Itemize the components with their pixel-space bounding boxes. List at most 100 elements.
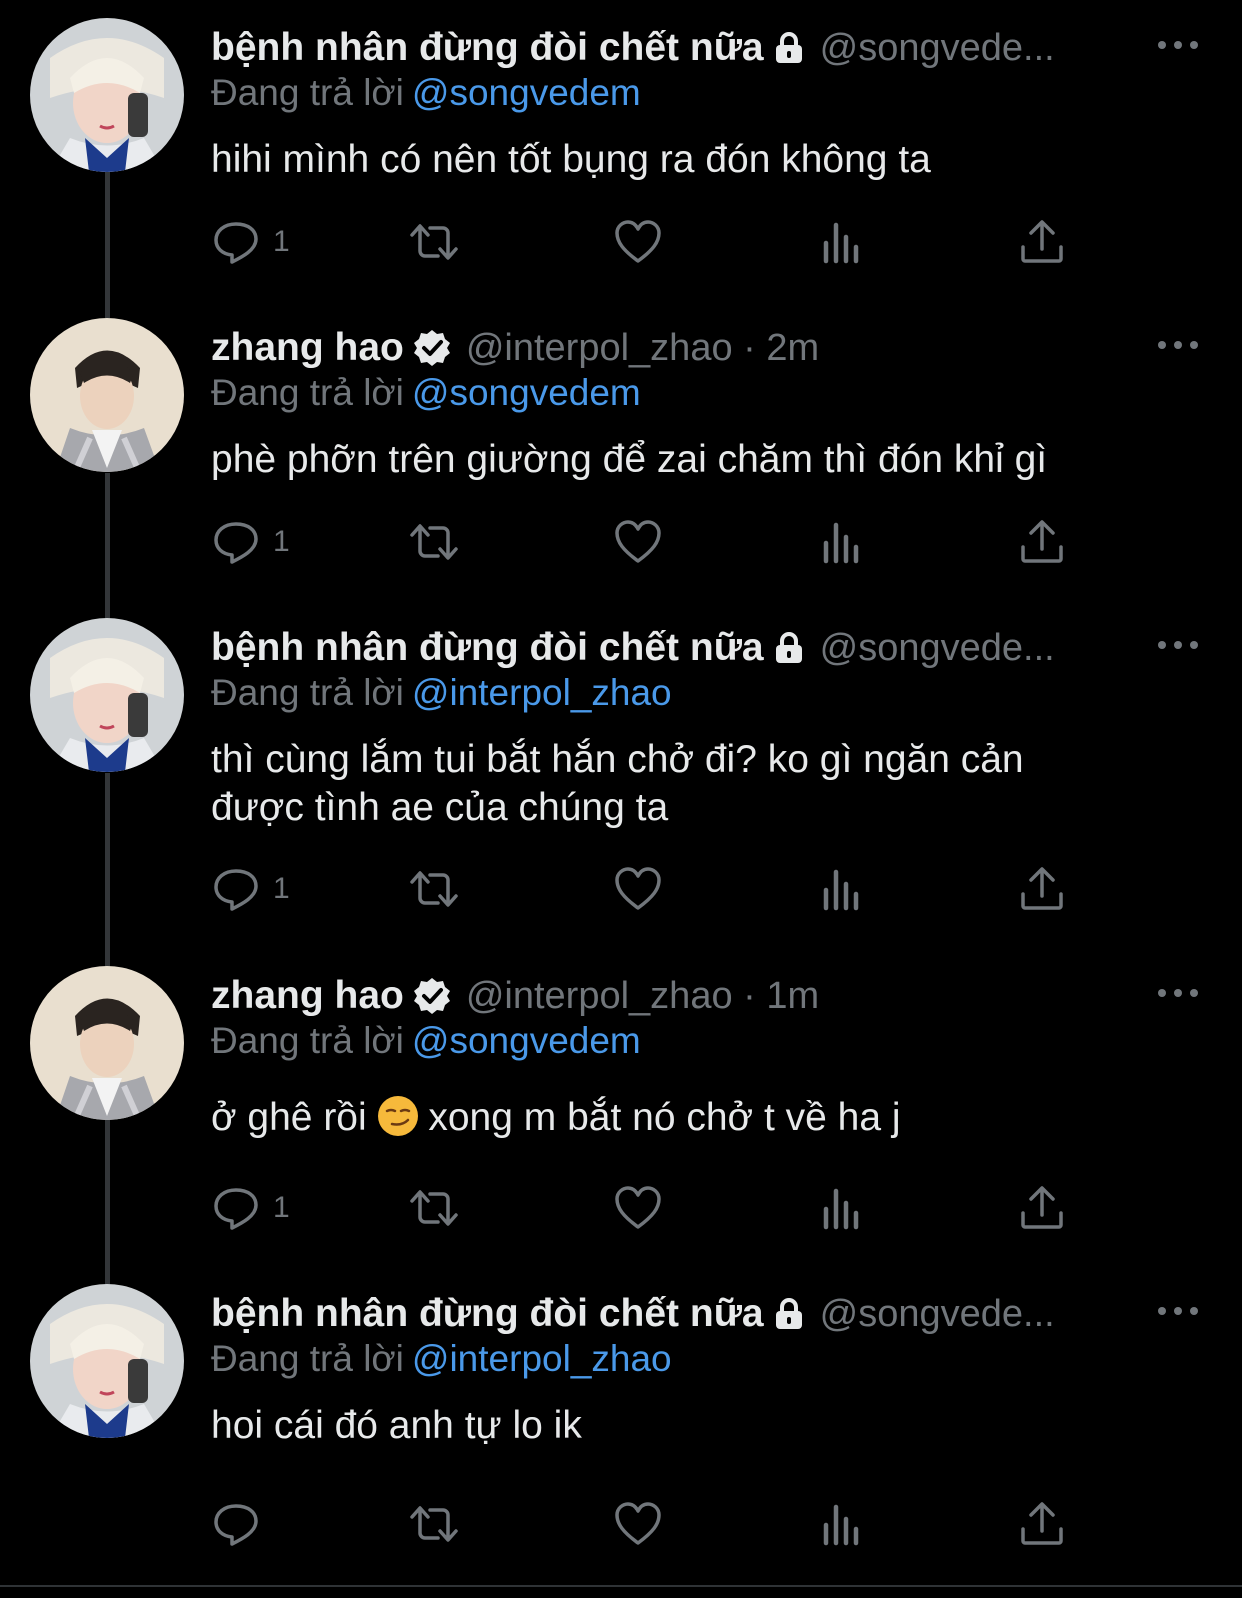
views-icon — [816, 1499, 866, 1549]
like-button[interactable] — [613, 861, 663, 917]
mention-link[interactable]: @songvedem — [412, 72, 641, 113]
display-name[interactable]: bệnh nhân đừng đòi chết nữa — [211, 26, 764, 70]
share-button[interactable] — [1017, 1496, 1067, 1552]
retweet-button[interactable] — [409, 1496, 459, 1552]
share-icon — [1017, 217, 1067, 267]
reply-icon — [211, 1499, 261, 1549]
like-icon — [613, 1499, 663, 1549]
retweet-icon — [409, 1499, 459, 1549]
replying-to: Đang trả lời @songvedem — [211, 372, 641, 414]
tweet-actions: 1 — [211, 1180, 1091, 1236]
mention-link[interactable]: @songvedem — [412, 1020, 641, 1061]
retweet-button[interactable] — [409, 214, 459, 270]
tweet-text: thì cùng lắm tui bắt hắn chở đi? ko gì n… — [211, 736, 1111, 832]
replying-prefix: Đang trả lời — [211, 72, 404, 113]
reply-button[interactable]: 1 — [211, 514, 290, 570]
tweet-text-part: ở ghê rồi — [211, 1096, 367, 1139]
like-button[interactable] — [613, 1496, 663, 1552]
retweet-button[interactable] — [409, 514, 459, 570]
more-icon[interactable] — [1158, 30, 1198, 60]
more-icon[interactable] — [1158, 978, 1198, 1008]
reply-icon — [211, 1183, 261, 1233]
views-button[interactable] — [816, 214, 866, 270]
reply-button[interactable]: 1 — [211, 861, 290, 917]
share-icon — [1017, 1499, 1067, 1549]
retweet-icon — [409, 217, 459, 267]
mention-link[interactable]: @songvedem — [412, 372, 641, 413]
like-icon — [613, 217, 663, 267]
reply-count: 1 — [273, 1191, 290, 1224]
views-button[interactable] — [816, 514, 866, 570]
verified-icon — [412, 976, 452, 1016]
avatar-image — [30, 318, 184, 472]
lock-icon — [772, 31, 806, 65]
replying-prefix: Đang trả lời — [211, 372, 404, 413]
replying-to: Đang trả lời @interpol_zhao — [211, 1338, 672, 1380]
avatar[interactable] — [30, 318, 184, 472]
reply-button[interactable]: 1 — [211, 214, 290, 270]
mention-link[interactable]: @interpol_zhao — [412, 672, 672, 713]
share-button[interactable] — [1017, 1180, 1067, 1236]
user-handle[interactable]: @songvede... — [820, 27, 1055, 70]
reply-button[interactable] — [211, 1496, 273, 1552]
user-handle[interactable]: @interpol_zhao · 2m — [466, 327, 819, 370]
verified-icon — [412, 328, 452, 368]
thread-line — [105, 773, 110, 967]
views-icon — [816, 864, 866, 914]
user-handle[interactable]: @songvede... — [820, 627, 1055, 670]
avatar-image — [30, 966, 184, 1120]
thread-line — [105, 473, 110, 619]
avatar[interactable] — [30, 1284, 184, 1438]
views-button[interactable] — [816, 861, 866, 917]
display-name[interactable]: zhang hao — [211, 326, 404, 370]
tweet-text: phè phỡn trên giường để zai chăm thì đón… — [211, 438, 1048, 481]
replying-prefix: Đang trả lời — [211, 672, 404, 713]
retweet-icon — [409, 517, 459, 567]
tweet-actions: 1 — [211, 861, 1091, 917]
share-button[interactable] — [1017, 861, 1067, 917]
retweet-button[interactable] — [409, 861, 459, 917]
more-icon[interactable] — [1158, 1296, 1198, 1326]
reply-icon — [211, 217, 261, 267]
share-button[interactable] — [1017, 214, 1067, 270]
views-button[interactable] — [816, 1180, 866, 1236]
lock-icon — [772, 1297, 806, 1331]
like-button[interactable] — [613, 214, 663, 270]
display-name[interactable]: zhang hao — [211, 974, 404, 1018]
avatar[interactable] — [30, 966, 184, 1120]
tweet-text-line: thì cùng lắm tui bắt hắn chở đi? ko gì n… — [211, 738, 1024, 781]
lock-icon — [772, 631, 806, 665]
avatar[interactable] — [30, 618, 184, 772]
user-handle[interactable]: @interpol_zhao · 1m — [466, 975, 819, 1018]
views-icon — [816, 1183, 866, 1233]
replying-prefix: Đang trả lời — [211, 1020, 404, 1061]
reply-icon — [211, 864, 261, 914]
display-name[interactable]: bệnh nhân đừng đòi chết nữa — [211, 1292, 764, 1336]
like-icon — [613, 1183, 663, 1233]
replying-to: Đang trả lời @songvedem — [211, 1020, 641, 1062]
retweet-icon — [409, 1183, 459, 1233]
reply-button[interactable]: 1 — [211, 1180, 290, 1236]
avatar[interactable] — [30, 18, 184, 172]
display-name[interactable]: bệnh nhân đừng đòi chết nữa — [211, 626, 764, 670]
replying-prefix: Đang trả lời — [211, 1338, 404, 1379]
more-icon[interactable] — [1158, 330, 1198, 360]
retweet-button[interactable] — [409, 1180, 459, 1236]
user-handle[interactable]: @songvede... — [820, 1293, 1055, 1336]
mention-link[interactable]: @interpol_zhao — [412, 1338, 672, 1379]
tweet-text-line: được tình ae của chúng ta — [211, 786, 669, 829]
tweet-text: ở ghê rồi xong m bắt nó chở t về ha j — [211, 1094, 1111, 1142]
smirking-face-icon — [377, 1096, 418, 1136]
like-icon — [613, 517, 663, 567]
more-icon[interactable] — [1158, 630, 1198, 660]
share-icon — [1017, 864, 1067, 914]
retweet-icon — [409, 864, 459, 914]
like-icon — [613, 864, 663, 914]
tweet-actions: 1 — [211, 214, 1091, 270]
views-button[interactable] — [816, 1496, 866, 1552]
share-button[interactable] — [1017, 514, 1067, 570]
tweet-actions: 1 — [211, 514, 1091, 570]
replying-to: Đang trả lời @songvedem — [211, 72, 641, 114]
like-button[interactable] — [613, 1180, 663, 1236]
like-button[interactable] — [613, 514, 663, 570]
